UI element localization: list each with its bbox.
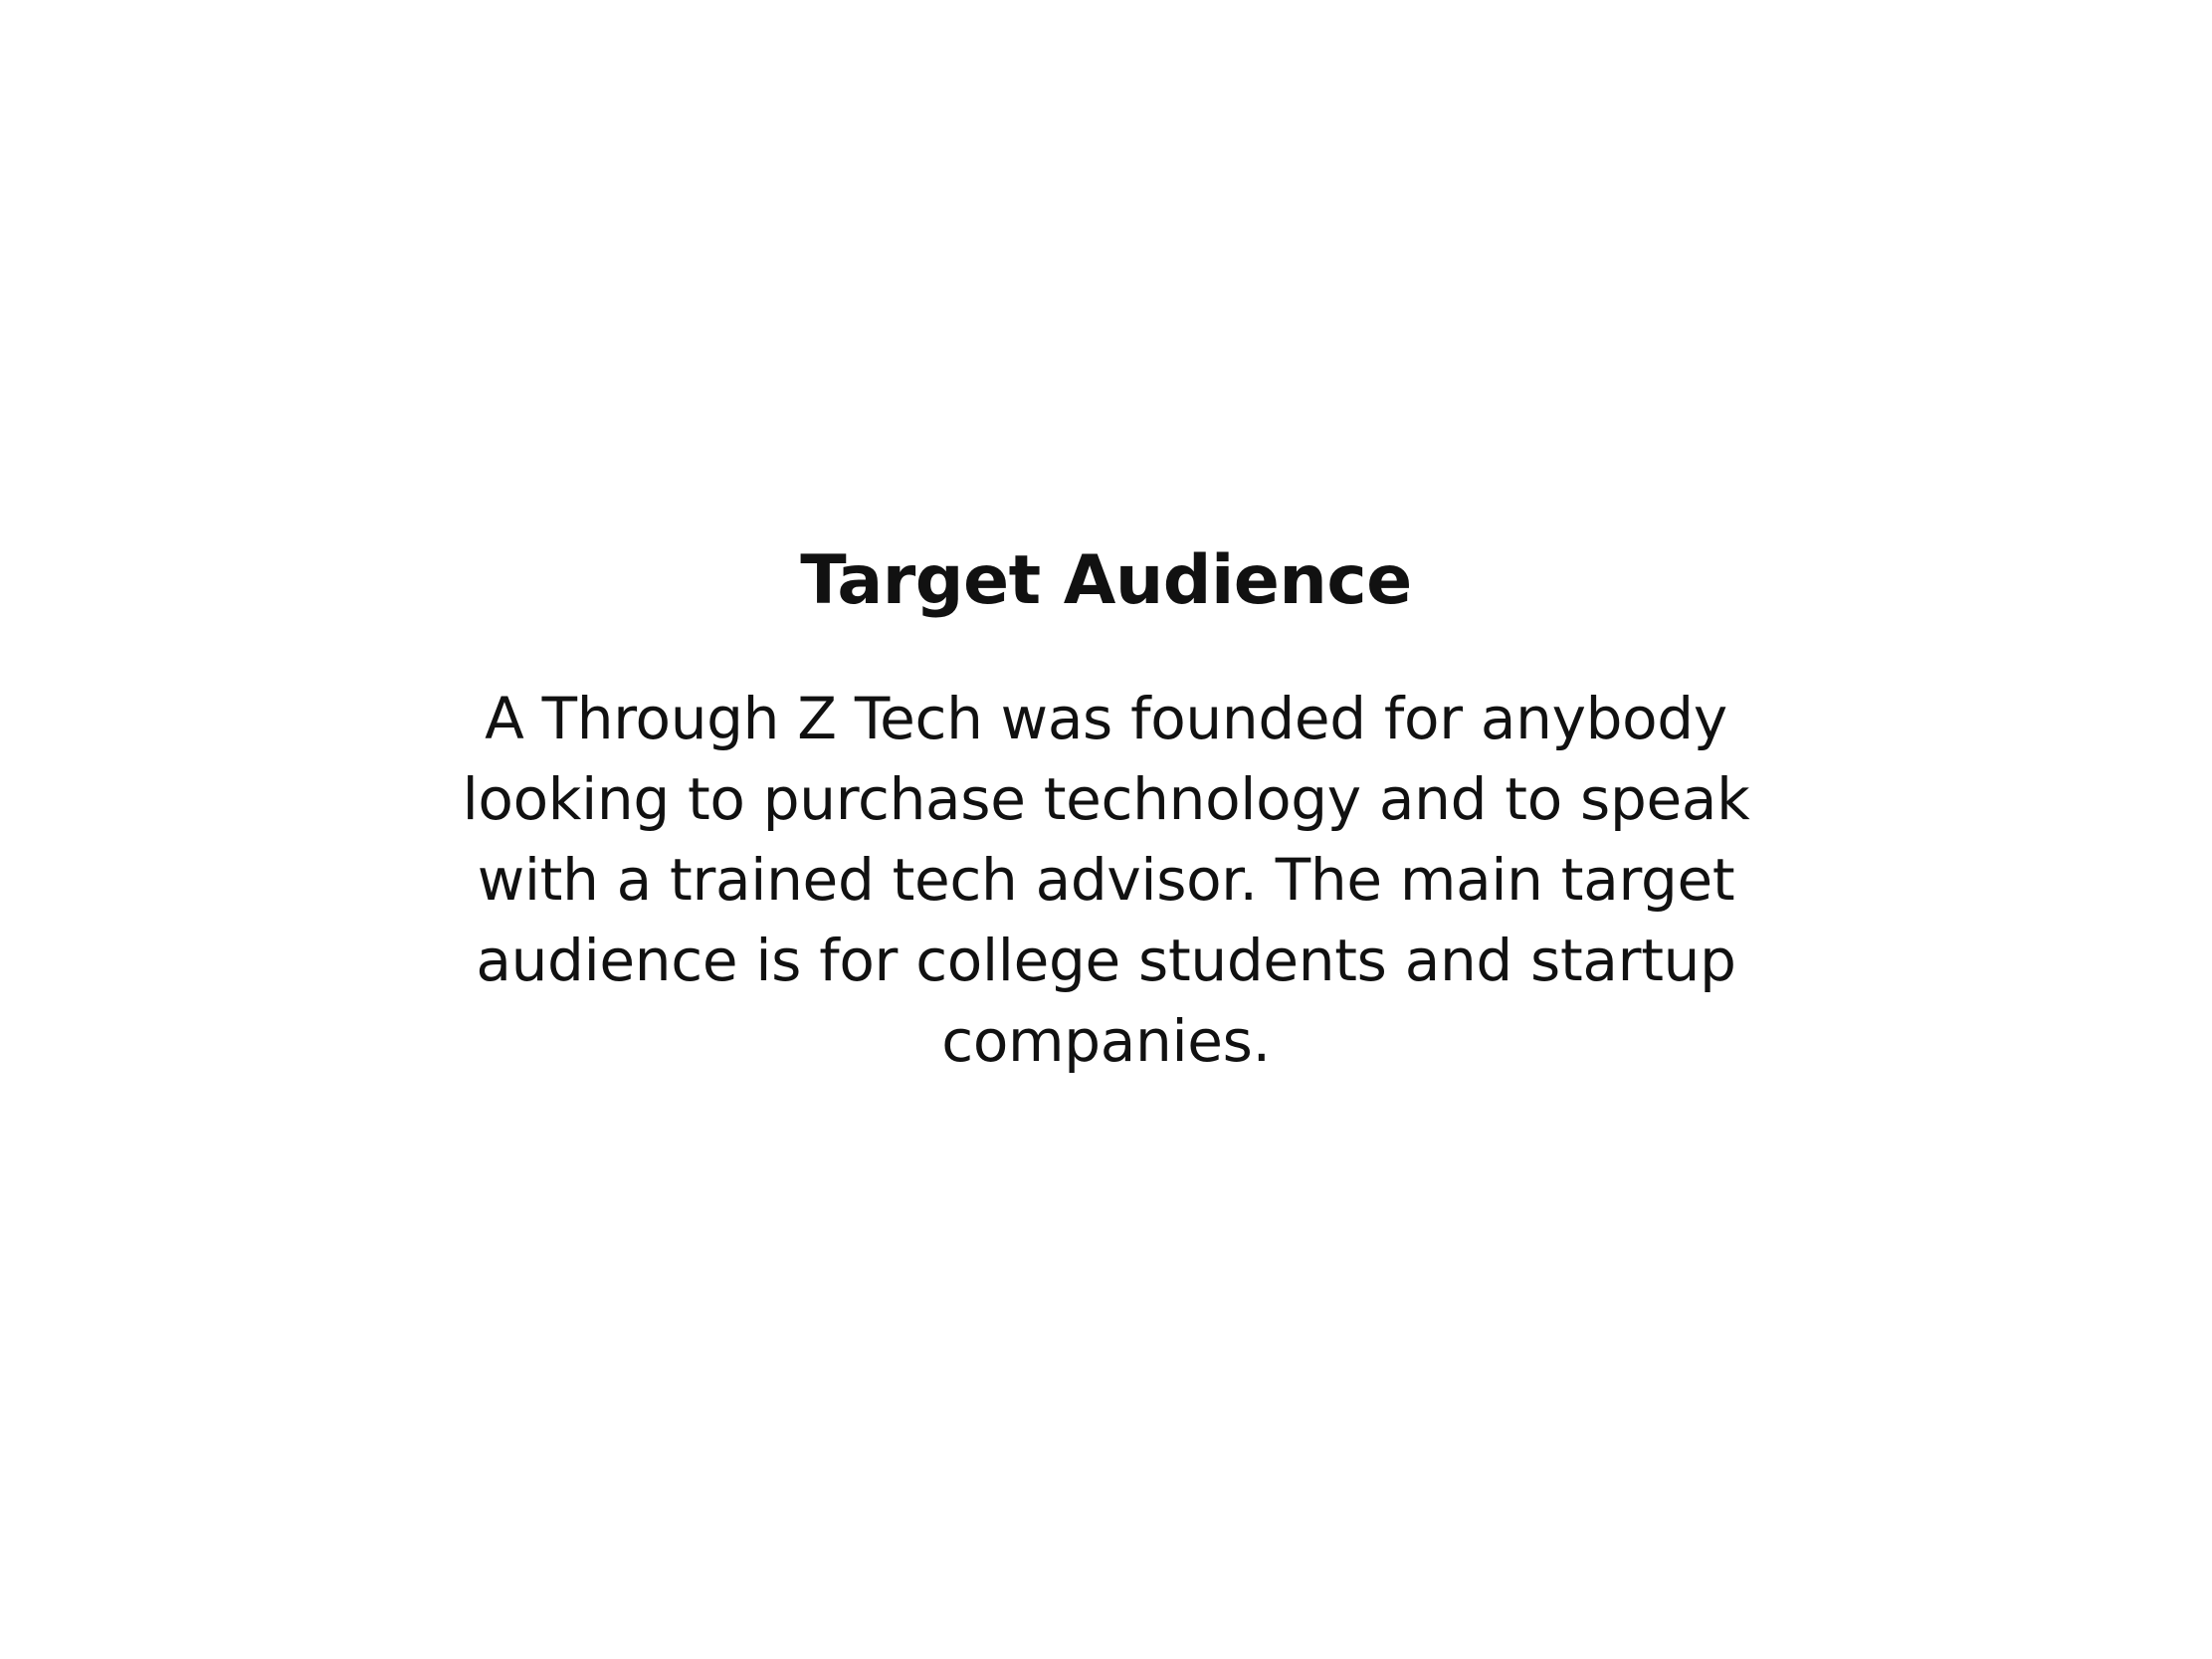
slide-title: Target Audience [800, 541, 1412, 620]
slide-body-text: A Through Z Tech was founded for anybody… [462, 685, 1750, 1075]
slide: Target Audience A Through Z Tech was fou… [0, 0, 2212, 1659]
slide-content: Target Audience A Through Z Tech was fou… [0, 533, 2212, 1082]
